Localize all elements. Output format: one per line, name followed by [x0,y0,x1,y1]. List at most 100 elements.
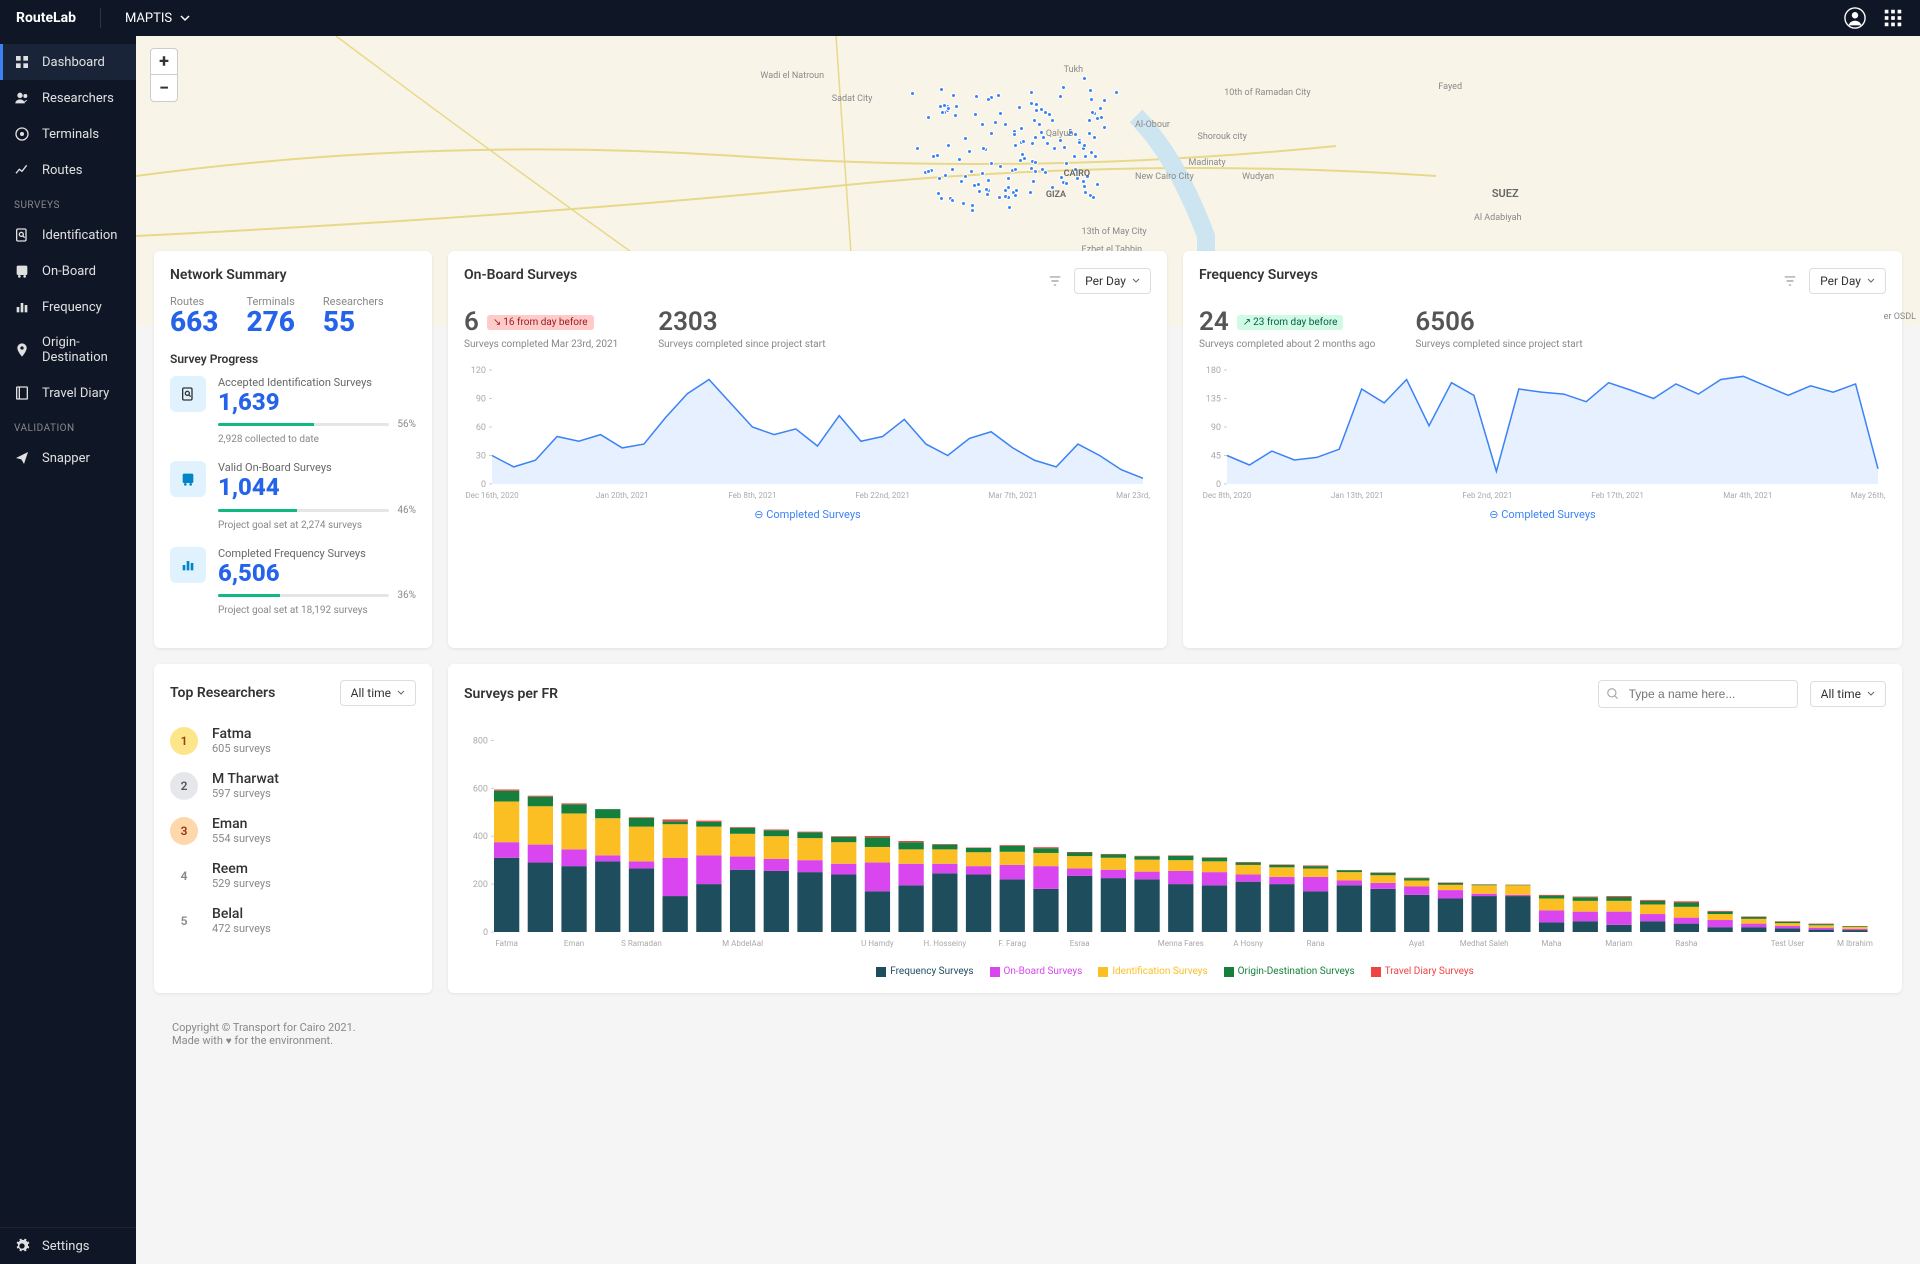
researcher-count: 472 surveys [212,922,271,935]
researcher-item[interactable]: 3 Eman 554 surveys [170,808,416,853]
svg-text:M AbdelAal: M AbdelAal [722,939,763,948]
svg-text:May 26th, 2021: May 26th, 2021 [1851,491,1886,500]
svg-text:0: 0 [1216,480,1221,490]
researcher-name: Belal [212,906,271,922]
sidebar-item-terminals[interactable]: Terminals [0,116,136,152]
progress-item: Valid On-Board Surveys 1,044 46% Project… [170,461,416,530]
trend-icon [14,162,30,178]
researcher-item[interactable]: 4 Reem 529 surveys [170,853,416,898]
card-title: Network Summary [170,267,416,283]
search-icon [1606,687,1620,701]
svg-text:Feb 22nd, 2021: Feb 22nd, 2021 [855,491,910,500]
stat-block: Researchers 55 [323,295,384,336]
rank-badge: 3 [170,817,198,845]
researcher-count: 529 surveys [212,877,271,890]
footer: Copyright © Transport for Cairo 2021. Ma… [154,1009,1902,1059]
filter-icon[interactable] [1048,274,1062,288]
svg-text:Jan 13th, 2021: Jan 13th, 2021 [1331,491,1384,500]
svg-text:Dec 16th, 2020: Dec 16th, 2020 [465,491,519,500]
stat-block: Routes 663 [170,295,218,336]
tagline: Made with ♥ for the environment. [172,1034,1884,1047]
svg-text:120: 120 [471,366,486,376]
svg-text:Dec 8th, 2020: Dec 8th, 2020 [1203,491,1252,500]
sidebar-item-origin-destination[interactable]: Origin-Destination [0,325,136,375]
period-dropdown[interactable]: Per Day [1074,268,1151,294]
frequency-card: Frequency Surveys Per Day 24 ↗23 from da… [1183,251,1902,648]
nav-label: Identification [42,228,117,243]
filter-icon[interactable] [1783,274,1797,288]
researcher-item[interactable]: 1 Fatma 605 surveys [170,718,416,763]
chevron-down-icon [1867,690,1875,698]
researcher-item[interactable]: 5 Belal 472 surveys [170,898,416,943]
sidebar-item-dashboard[interactable]: Dashboard [0,44,136,80]
period-dropdown[interactable]: Per Day [1809,268,1886,294]
svg-text:0: 0 [483,928,488,938]
stat-value: 276 [246,308,294,336]
zoom-in-button[interactable]: + [151,49,177,75]
svg-text:U Hamdy: U Hamdy [861,939,894,948]
chevron-down-icon [180,13,190,23]
svg-text:Mar 7th, 2021: Mar 7th, 2021 [988,491,1037,500]
svg-text:200: 200 [473,880,488,890]
researcher-name: Reem [212,861,271,877]
apps-icon[interactable] [1882,7,1904,29]
zoom-out-button[interactable]: − [151,75,177,101]
progress-percent: 56% [397,419,416,430]
stat-label: Surveys completed since project start [1415,339,1582,350]
legend-item: Travel Diary Surveys [1371,966,1474,977]
stat-value: 663 [170,308,218,336]
svg-text:90: 90 [476,395,486,405]
progress-bar [218,509,389,512]
network-summary-card: Network Summary Routes 663 Terminals 276… [154,251,432,648]
sidebar-item-routes[interactable]: Routes [0,152,136,188]
svg-text:Ayat: Ayat [1409,939,1425,948]
user-icon[interactable] [1844,7,1866,29]
researcher-name: Fatma [212,726,271,742]
onboard-card: On-Board Surveys Per Day 6 ↘16 from day … [448,251,1167,648]
delta-badge: ↗23 from day before [1237,315,1344,330]
sidebar-item-identification[interactable]: Identification [0,217,136,253]
researcher-search-input[interactable] [1598,680,1798,708]
svg-text:Feb 2nd, 2021: Feb 2nd, 2021 [1462,491,1512,500]
sidebar-item-frequency[interactable]: Frequency [0,289,136,325]
search-doc-icon [14,227,30,243]
top-researchers-card: Top Researchers All time 1 Fatma 605 sur… [154,664,432,993]
nav-label: Origin-Destination [42,335,122,365]
progress-percent: 36% [397,590,416,601]
svg-text:Medhat Saleh: Medhat Saleh [1460,939,1509,948]
researcher-item[interactable]: 2 M Tharwat 597 surveys [170,763,416,808]
main-content: + − Wadi el Natroun Sadat City Tukh Faye… [136,36,1920,1264]
sidebar-item-travel-diary[interactable]: Travel Diary [0,375,136,411]
researcher-count: 597 surveys [212,787,279,800]
progress-title: Completed Frequency Surveys [218,547,416,560]
progress-subtitle: Project goal set at 18,192 surveys [218,605,416,616]
stat-label: Surveys completed since project start [658,339,825,350]
rank-badge: 1 [170,727,198,755]
project-dropdown[interactable]: MAPTIS [125,11,190,26]
rank-badge: 2 [170,772,198,800]
nav-section-surveys: SURVEYS [0,188,136,217]
section-label: Survey Progress [170,352,416,366]
progress-value: 1,044 [218,474,416,500]
stat-value: 6 [464,307,479,337]
sidebar-item-snapper[interactable]: Snapper [0,440,136,476]
sidebar-item-on-board[interactable]: On-Board [0,253,136,289]
search-doc-icon [170,376,206,412]
nav-section-validation: VALIDATION [0,411,136,440]
svg-text:Eman: Eman [564,939,584,948]
sidebar-item-researchers[interactable]: Researchers [0,80,136,116]
card-title: Frequency Surveys [1199,267,1318,283]
target-icon [14,126,30,142]
svg-text:45: 45 [1211,452,1221,462]
progress-item: Completed Frequency Surveys 6,506 36% Pr… [170,547,416,616]
period-dropdown[interactable]: All time [1810,681,1886,707]
svg-text:800: 800 [473,737,488,747]
bars-icon [14,299,30,315]
nav-label: Travel Diary [42,386,109,401]
period-dropdown[interactable]: All time [340,680,416,706]
svg-text:Rana: Rana [1307,939,1325,948]
svg-text:90: 90 [1211,423,1221,433]
bars-icon [170,547,206,583]
send-icon [14,450,30,466]
sidebar-item-settings[interactable]: Settings [0,1228,136,1264]
